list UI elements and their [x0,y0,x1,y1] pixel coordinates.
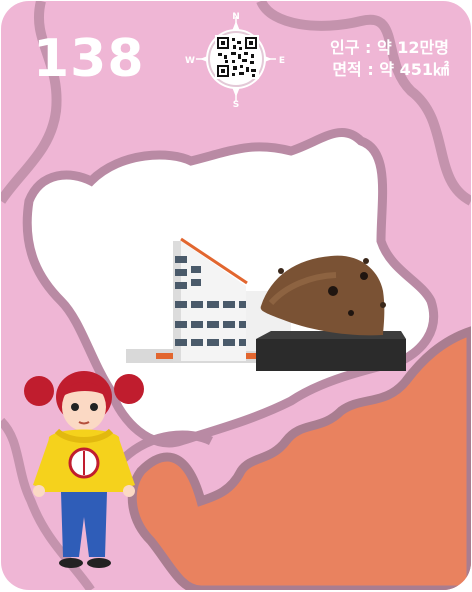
compass-east: E [279,56,285,66]
area-text: 면적 : 약 451㎢ [332,60,449,79]
girl-character-icon [24,371,144,568]
card-number: 138 [33,29,145,89]
helmet-monument-icon [256,255,406,371]
landmark-illustration [126,237,406,371]
compass-south: S [233,100,239,107]
region-stats: 인구 : 약 12만명 면적 : 약 451㎢ [330,37,449,81]
qr-code-icon[interactable] [215,35,259,79]
compass-west: W [185,56,195,66]
population-text: 인구 : 약 12만명 [330,38,449,57]
region-card: 138 인구 : 약 12만명 면적 : 약 451㎢ N S W E [1,1,471,590]
compass-north: N [232,12,240,22]
